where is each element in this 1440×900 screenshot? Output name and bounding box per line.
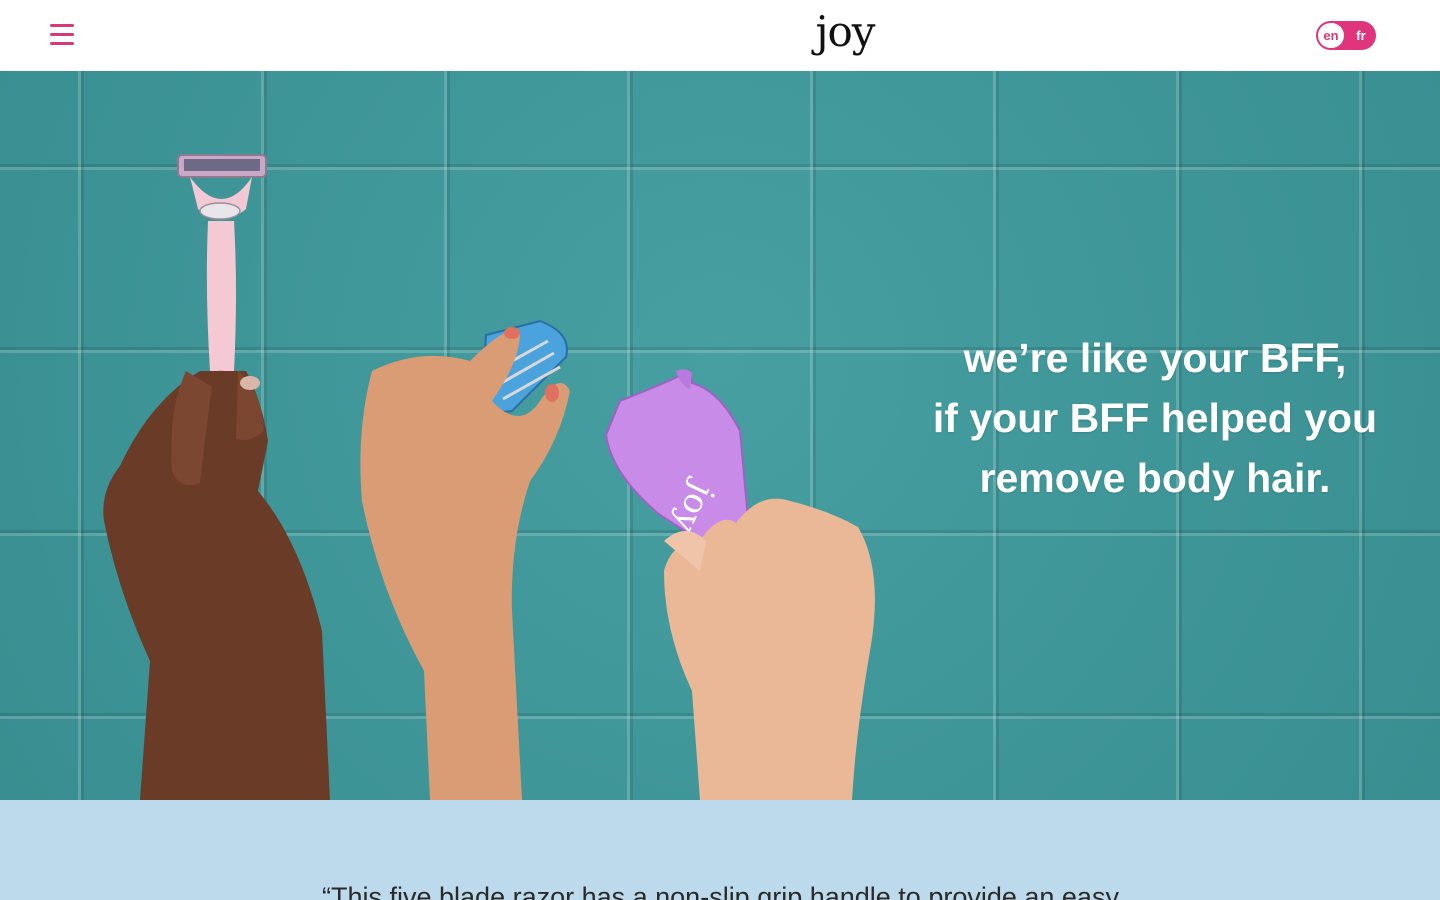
dark-hand — [103, 371, 330, 800]
brand-logo[interactable]: joy — [800, 6, 890, 62]
site-header: joy en fr — [0, 0, 1440, 71]
headline-line-1: we’re like your BFF, — [963, 335, 1347, 381]
language-toggle[interactable]: en fr — [1316, 21, 1376, 50]
light-hand — [664, 498, 875, 800]
product-quote-section: “This five blade razor has a non-slip gr… — [0, 800, 1440, 900]
headline-line-3: remove body hair. — [979, 455, 1331, 501]
language-option-en[interactable]: en — [1318, 23, 1344, 48]
product-quote-text: “This five blade razor has a non-slip gr… — [322, 882, 1119, 900]
hero-headline: we’re like your BFF, if your BFF helped … — [900, 328, 1410, 508]
language-option-fr[interactable]: fr — [1348, 23, 1374, 48]
headline-line-2: if your BFF helped you — [932, 395, 1378, 441]
hamburger-menu-icon[interactable] — [50, 24, 74, 46]
medium-hand — [360, 327, 570, 800]
hero-banner: joy we’re like your BFF, if your BFF hel… — [0, 71, 1440, 800]
